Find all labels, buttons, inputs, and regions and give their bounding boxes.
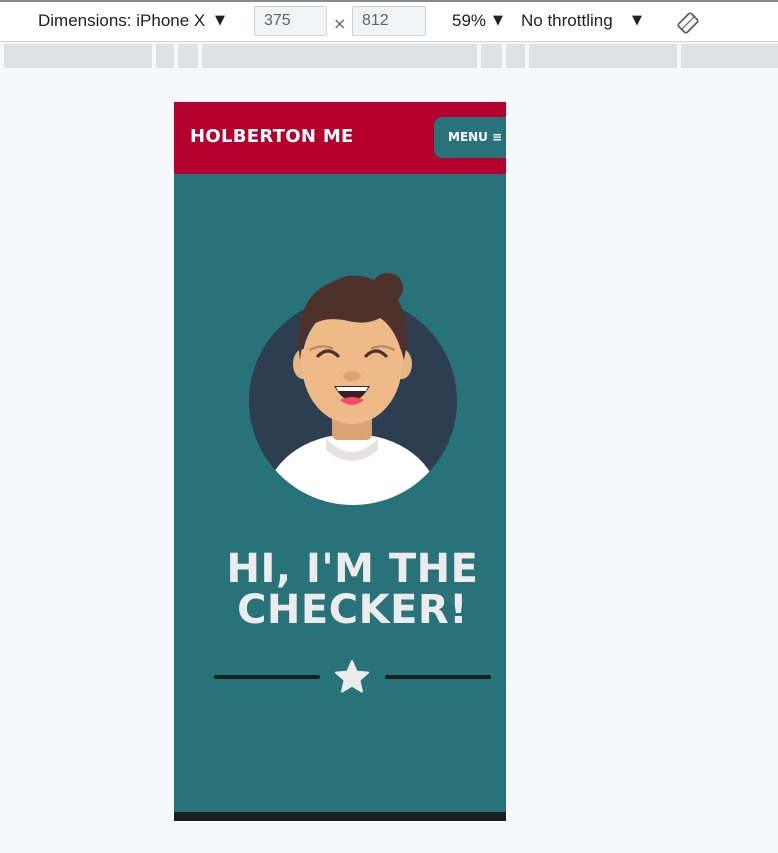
hero-heading-line: HI, I'M THE [226, 546, 479, 592]
avatar [249, 272, 457, 505]
dimensions-caret-icon[interactable]: ▼ [215, 13, 225, 28]
media-query-segment[interactable] [178, 44, 198, 68]
media-query-segment[interactable] [156, 44, 174, 68]
media-query-segment[interactable] [4, 44, 152, 68]
media-query-segment[interactable] [529, 44, 677, 68]
media-query-segment[interactable] [481, 44, 502, 68]
divider-line-left [214, 675, 320, 679]
rotate-icon[interactable] [676, 11, 700, 35]
footer-strip [174, 812, 506, 821]
width-input[interactable]: 375 [254, 6, 327, 36]
zoom-caret-icon[interactable]: ▼ [493, 13, 503, 28]
height-input[interactable]: 812 [352, 6, 426, 36]
times-icon: × [333, 14, 347, 33]
throttling-dropdown[interactable]: No throttling [521, 11, 613, 31]
dimensions-dropdown[interactable]: Dimensions: iPhone X [38, 11, 205, 31]
divider-line-right [385, 675, 491, 679]
phone-viewport: HOLBERTON ME MENU ≡ HI, I'M THE CHECKER! [174, 102, 506, 821]
device-toolbar: Dimensions: iPhone X ▼ 375 × 812 59% ▼ N… [0, 0, 778, 42]
hamburger-icon: ≡ [491, 130, 502, 144]
throttling-caret-icon[interactable]: ▼ [632, 13, 642, 28]
media-query-segment[interactable] [202, 44, 477, 68]
hero-heading-line: CHECKER! [237, 587, 468, 633]
hero-heading: HI, I'M THE CHECKER! [174, 549, 506, 631]
zoom-dropdown[interactable]: 59% [452, 11, 486, 31]
site-brand[interactable]: HOLBERTON ME [190, 126, 354, 147]
menu-button[interactable]: MENU ≡ [434, 117, 506, 158]
media-query-bar [0, 44, 778, 68]
star-icon [335, 660, 369, 693]
media-query-segment[interactable] [681, 44, 778, 68]
site-header: HOLBERTON ME MENU ≡ [174, 102, 506, 174]
media-query-segment[interactable] [506, 44, 525, 68]
menu-label: MENU [448, 130, 488, 144]
